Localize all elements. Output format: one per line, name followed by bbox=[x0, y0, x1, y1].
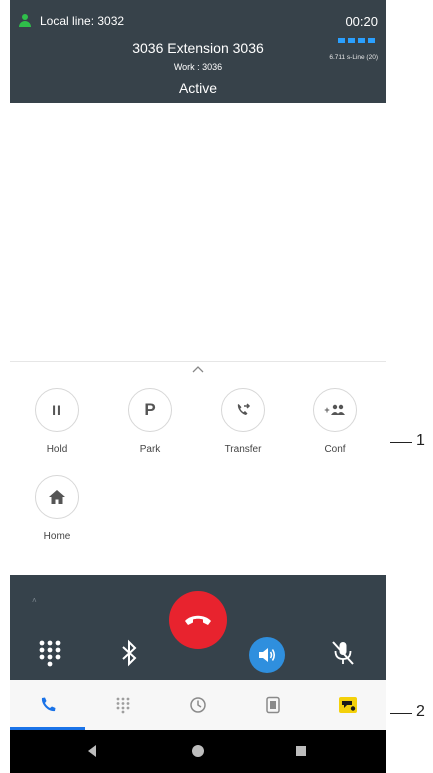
transfer-icon bbox=[221, 388, 265, 432]
park-label: Park bbox=[139, 444, 161, 455]
callout-line-1 bbox=[390, 442, 412, 443]
callout-line-2 bbox=[390, 713, 412, 714]
mute-icon[interactable] bbox=[330, 639, 356, 667]
phone-screen: Local line: 3032 00:20 6.711 s-Line (20)… bbox=[10, 0, 386, 773]
call-content-area bbox=[10, 103, 386, 361]
call-header: Local line: 3032 00:20 6.711 s-Line (20)… bbox=[10, 0, 386, 103]
conference-button[interactable]: + Conf bbox=[295, 388, 375, 455]
collapse-indicator: ˄ bbox=[32, 596, 37, 605]
contacts-icon bbox=[265, 696, 280, 714]
transfer-button[interactable]: Transfer bbox=[203, 388, 283, 455]
android-nav-bar bbox=[10, 730, 386, 773]
home-button[interactable]: Home bbox=[17, 475, 97, 542]
bottom-tab-bar bbox=[10, 680, 386, 730]
call-actions-panel: II Hold P Park Transfer + Conf Home bbox=[10, 376, 386, 574]
phone-icon bbox=[41, 697, 55, 712]
tab-phone[interactable] bbox=[10, 680, 85, 730]
dialpad-icon bbox=[116, 697, 129, 714]
recent-apps-icon[interactable] bbox=[296, 746, 306, 756]
home-label: Home bbox=[43, 531, 71, 542]
park-button[interactable]: P Park bbox=[110, 388, 190, 455]
voicemail-icon bbox=[338, 697, 357, 713]
hold-button[interactable]: II Hold bbox=[17, 388, 97, 455]
tab-voicemail[interactable] bbox=[310, 680, 385, 730]
person-icon bbox=[18, 14, 32, 28]
hangup-icon bbox=[185, 615, 211, 625]
conference-label: Conf bbox=[324, 444, 346, 455]
divider bbox=[10, 361, 386, 362]
pause-icon: II bbox=[35, 388, 79, 432]
bluetooth-icon[interactable] bbox=[118, 639, 140, 667]
transfer-label: Transfer bbox=[224, 444, 262, 455]
speaker-button[interactable] bbox=[249, 637, 285, 673]
local-line-label: Local line: 3032 bbox=[40, 14, 125, 28]
tab-history[interactable] bbox=[160, 680, 235, 730]
tab-dialpad[interactable] bbox=[85, 680, 160, 730]
callout-1: 1 bbox=[416, 432, 425, 449]
hangup-button[interactable] bbox=[169, 591, 227, 649]
tab-contacts[interactable] bbox=[235, 680, 310, 730]
caller-number: Work : 3036 bbox=[173, 62, 223, 72]
dialpad-icon[interactable] bbox=[38, 639, 62, 667]
caller-name: 3036 Extension 3036 bbox=[132, 40, 264, 56]
speaker-icon bbox=[259, 648, 276, 662]
home-nav-icon[interactable] bbox=[192, 745, 204, 757]
call-control-bar: ˄ bbox=[10, 575, 386, 680]
call-status: Active bbox=[178, 80, 218, 96]
hold-label: Hold bbox=[46, 444, 68, 455]
back-icon[interactable] bbox=[88, 745, 96, 757]
park-icon: P bbox=[128, 388, 172, 432]
callout-2: 2 bbox=[416, 703, 425, 720]
call-timer: 00:20 bbox=[345, 14, 378, 29]
local-line: Local line: 3032 bbox=[18, 14, 124, 28]
conference-icon: + bbox=[313, 388, 357, 432]
history-icon bbox=[189, 697, 206, 713]
chevron-up-icon[interactable] bbox=[191, 363, 205, 375]
home-icon bbox=[35, 475, 79, 519]
